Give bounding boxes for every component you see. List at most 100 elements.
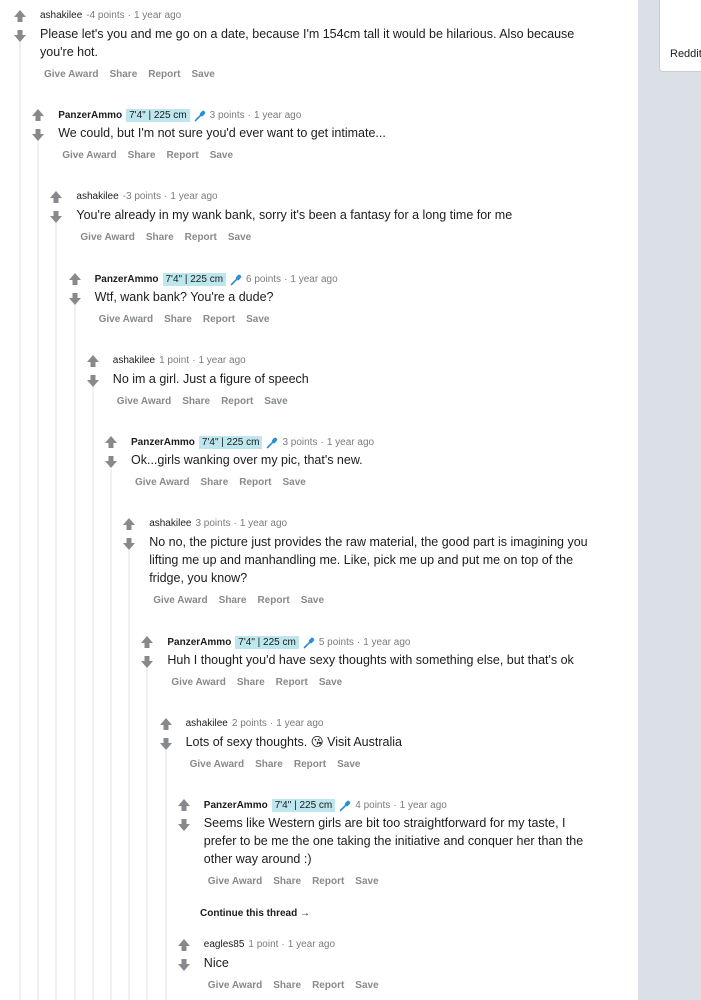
give-award-button[interactable]: Give Award: [208, 876, 262, 887]
give-award-button[interactable]: Give Award: [99, 314, 153, 325]
give-award-button[interactable]: Give Award: [190, 759, 244, 770]
comment-author[interactable]: ashakilee: [113, 355, 155, 367]
give-award-button[interactable]: Give Award: [153, 595, 207, 606]
share-button[interactable]: Share: [200, 477, 228, 488]
thread-line[interactable]: [37, 141, 39, 1000]
downvote-icon[interactable]: [104, 455, 118, 469]
comment-timestamp[interactable]: 1 year ago: [170, 191, 217, 203]
report-button[interactable]: Report: [148, 69, 180, 80]
report-button[interactable]: Report: [294, 759, 326, 770]
downvote-icon[interactable]: [68, 292, 82, 306]
comment-author[interactable]: ashakilee: [40, 10, 82, 22]
downvote-icon[interactable]: [49, 210, 63, 224]
share-button[interactable]: Share: [164, 314, 192, 325]
save-button[interactable]: Save: [246, 314, 269, 325]
comment-timestamp[interactable]: 1 year ago: [198, 355, 245, 367]
upvote-icon[interactable]: [122, 517, 136, 531]
report-button[interactable]: Report: [203, 314, 235, 325]
share-button[interactable]: Share: [237, 677, 265, 688]
comment-timestamp[interactable]: 1 year ago: [240, 518, 287, 530]
report-button[interactable]: Report: [257, 595, 289, 606]
report-button[interactable]: Report: [276, 677, 308, 688]
comment-author[interactable]: PanzerAmmo: [95, 274, 159, 286]
comment-timestamp[interactable]: 1 year ago: [276, 718, 323, 730]
comment-author[interactable]: PanzerAmmo: [131, 437, 195, 449]
give-award-button[interactable]: Give Award: [44, 69, 98, 80]
downvote-icon[interactable]: [177, 818, 191, 832]
downvote-icon[interactable]: [122, 537, 136, 551]
thread-line[interactable]: [128, 550, 130, 1000]
share-button[interactable]: Share: [219, 595, 247, 606]
downvote-icon[interactable]: [159, 737, 173, 751]
comment-author[interactable]: PanzerAmmo: [58, 110, 122, 122]
comment-timestamp[interactable]: 1 year ago: [288, 939, 335, 951]
upvote-icon[interactable]: [159, 717, 173, 731]
comment-author[interactable]: eagles85: [204, 939, 245, 951]
microphone-icon: [303, 637, 315, 649]
comment-timestamp[interactable]: 1 year ago: [290, 274, 337, 286]
comment-author[interactable]: ashakilee: [149, 518, 191, 530]
share-button[interactable]: Share: [109, 69, 137, 80]
upvote-icon[interactable]: [140, 635, 154, 649]
upvote-icon[interactable]: [177, 798, 191, 812]
save-button[interactable]: Save: [337, 759, 360, 770]
report-button[interactable]: Report: [185, 232, 217, 243]
comment-meta: ashakilee 2 points · 1 year ago: [186, 718, 324, 730]
comment-timestamp[interactable]: 1 year ago: [400, 800, 447, 812]
upvote-icon[interactable]: [49, 190, 63, 204]
continue-thread-link[interactable]: Continue this thread →: [200, 908, 310, 919]
upvote-icon[interactable]: [177, 938, 191, 952]
give-award-button[interactable]: Give Award: [171, 677, 225, 688]
report-button[interactable]: Report: [239, 477, 271, 488]
comment-author[interactable]: PanzerAmmo: [167, 637, 231, 649]
upvote-icon[interactable]: [104, 435, 118, 449]
upvote-icon[interactable]: [31, 108, 45, 122]
downvote-icon[interactable]: [177, 958, 191, 972]
thread-line[interactable]: [146, 668, 148, 1000]
report-button[interactable]: Report: [312, 876, 344, 887]
save-button[interactable]: Save: [301, 595, 324, 606]
downvote-icon[interactable]: [86, 374, 100, 388]
comment-author[interactable]: ashakilee: [186, 718, 228, 730]
report-button[interactable]: Report: [312, 980, 344, 991]
downvote-icon[interactable]: [13, 29, 27, 43]
comment-author[interactable]: PanzerAmmo: [204, 800, 268, 812]
comment-timestamp[interactable]: 1 year ago: [254, 110, 301, 122]
downvote-icon[interactable]: [31, 128, 45, 142]
comment-author[interactable]: ashakilee: [76, 191, 118, 203]
save-button[interactable]: Save: [283, 477, 306, 488]
share-button[interactable]: Share: [273, 876, 301, 887]
give-award-button[interactable]: Give Award: [135, 477, 189, 488]
save-button[interactable]: Save: [264, 396, 287, 407]
share-button[interactable]: Share: [182, 396, 210, 407]
give-award-button[interactable]: Give Award: [62, 150, 116, 161]
comment-timestamp[interactable]: 1 year ago: [134, 10, 181, 22]
comment-timestamp[interactable]: 1 year ago: [327, 437, 374, 449]
upvote-icon[interactable]: [68, 272, 82, 286]
save-button[interactable]: Save: [192, 69, 215, 80]
save-button[interactable]: Save: [228, 232, 251, 243]
share-button[interactable]: Share: [128, 150, 156, 161]
give-award-button[interactable]: Give Award: [80, 232, 134, 243]
share-button[interactable]: Share: [255, 759, 283, 770]
thread-line[interactable]: [55, 223, 57, 1000]
save-button[interactable]: Save: [210, 150, 233, 161]
report-button[interactable]: Report: [221, 396, 253, 407]
report-button[interactable]: Report: [166, 150, 198, 161]
upvote-icon[interactable]: [86, 354, 100, 368]
thread-line[interactable]: [165, 750, 167, 1000]
thread-line[interactable]: [110, 469, 112, 1000]
thread-line[interactable]: [92, 387, 94, 1000]
share-button[interactable]: Share: [273, 980, 301, 991]
save-button[interactable]: Save: [355, 876, 378, 887]
thread-line[interactable]: [74, 305, 76, 1000]
share-button[interactable]: Share: [146, 232, 174, 243]
give-award-button[interactable]: Give Award: [208, 980, 262, 991]
save-button[interactable]: Save: [319, 677, 342, 688]
save-button[interactable]: Save: [355, 980, 378, 991]
downvote-icon[interactable]: [140, 655, 154, 669]
comment-timestamp[interactable]: 1 year ago: [363, 637, 410, 649]
give-award-button[interactable]: Give Award: [117, 396, 171, 407]
thread-line[interactable]: [19, 42, 21, 1000]
upvote-icon[interactable]: [13, 9, 27, 23]
